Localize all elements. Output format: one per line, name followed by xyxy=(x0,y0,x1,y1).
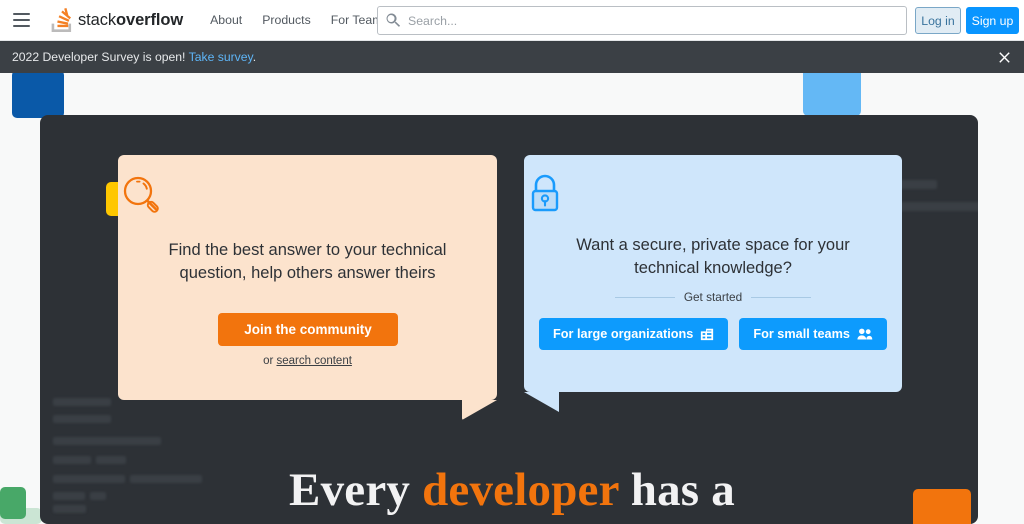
for-large-organizations-button[interactable]: For large organizations xyxy=(539,318,729,350)
for-large-organizations-label: For large organizations xyxy=(553,327,694,341)
join-the-community-button[interactable]: Join the community xyxy=(218,313,398,346)
hamburger-bar xyxy=(12,19,30,21)
close-icon[interactable] xyxy=(994,47,1014,67)
people-icon xyxy=(857,327,873,341)
logo-text-bold: overflow xyxy=(116,10,184,29)
nav-link-products[interactable]: Products xyxy=(253,7,320,33)
banner-period: . xyxy=(252,50,257,64)
decorative-square-blue-dark xyxy=(12,70,64,118)
headline-accent: developer xyxy=(422,464,619,516)
search-bar[interactable] xyxy=(377,6,907,35)
building-icon xyxy=(700,327,714,341)
stackoverflow-logo-link[interactable]: stackoverflow xyxy=(47,0,187,41)
search-content-line: or search content xyxy=(118,355,497,367)
top-navigation-bar: stackoverflow About Products For Teams L… xyxy=(0,0,1024,41)
hamburger-bar xyxy=(12,13,30,15)
stackoverflow-logo-icon xyxy=(51,8,73,32)
nav-links: About Products For Teams xyxy=(201,7,398,33)
lock-icon-wrapper xyxy=(524,155,902,221)
decorative-square-orange xyxy=(913,489,971,524)
nav-link-about[interactable]: About xyxy=(201,7,251,33)
hamburger-bar xyxy=(12,25,30,27)
banner-message: 2022 Developer Survey is open! Take surv… xyxy=(12,50,256,64)
magnifier-icon xyxy=(118,172,497,225)
for-small-teams-label: For small teams xyxy=(753,327,850,341)
stackoverflow-homepage: stackoverflow About Products For Teams L… xyxy=(0,0,1024,524)
take-survey-link[interactable]: Take survey xyxy=(189,50,253,64)
teams-card-tail xyxy=(524,392,559,412)
divider-rule-right xyxy=(751,296,812,298)
placeholder-bar xyxy=(53,415,111,423)
headline-before: Every xyxy=(289,464,423,516)
search-icon xyxy=(386,13,401,28)
lock-icon xyxy=(524,172,902,221)
stackoverflow-logo-text: stackoverflow xyxy=(78,11,183,30)
sign-up-button[interactable]: Sign up xyxy=(966,7,1019,34)
placeholder-bar xyxy=(53,398,111,406)
search-content-prefix: or xyxy=(263,355,277,367)
community-card-heading: Find the best answer to your technical q… xyxy=(168,241,447,283)
community-card: Find the best answer to your technical q… xyxy=(118,155,497,400)
teams-card-heading: Want a secure, private space for your te… xyxy=(576,236,850,278)
log-in-button[interactable]: Log in xyxy=(915,7,961,34)
community-card-tail xyxy=(462,400,497,420)
teams-card: Want a secure, private space for your te… xyxy=(524,155,902,392)
magnifier-icon-wrapper xyxy=(118,155,497,225)
divider-rule-left xyxy=(614,296,675,298)
get-started-label: Get started xyxy=(683,290,743,304)
search-content-link[interactable]: search content xyxy=(276,355,351,367)
get-started-divider: Get started xyxy=(524,290,902,304)
teams-button-row: For large organizations For small teams xyxy=(524,318,902,350)
hamburger-menu-icon[interactable] xyxy=(4,3,38,37)
logo-text-light: stack xyxy=(78,10,117,29)
for-small-teams-button[interactable]: For small teams xyxy=(739,318,887,350)
search-input[interactable] xyxy=(408,13,848,28)
placeholder-bar xyxy=(53,437,161,445)
hero-headline: Every developer has a xyxy=(0,463,1024,517)
headline-after: has a xyxy=(618,464,735,516)
banner-text: 2022 Developer Survey is open! xyxy=(12,50,186,64)
developer-survey-banner: 2022 Developer Survey is open! Take surv… xyxy=(0,41,1024,73)
